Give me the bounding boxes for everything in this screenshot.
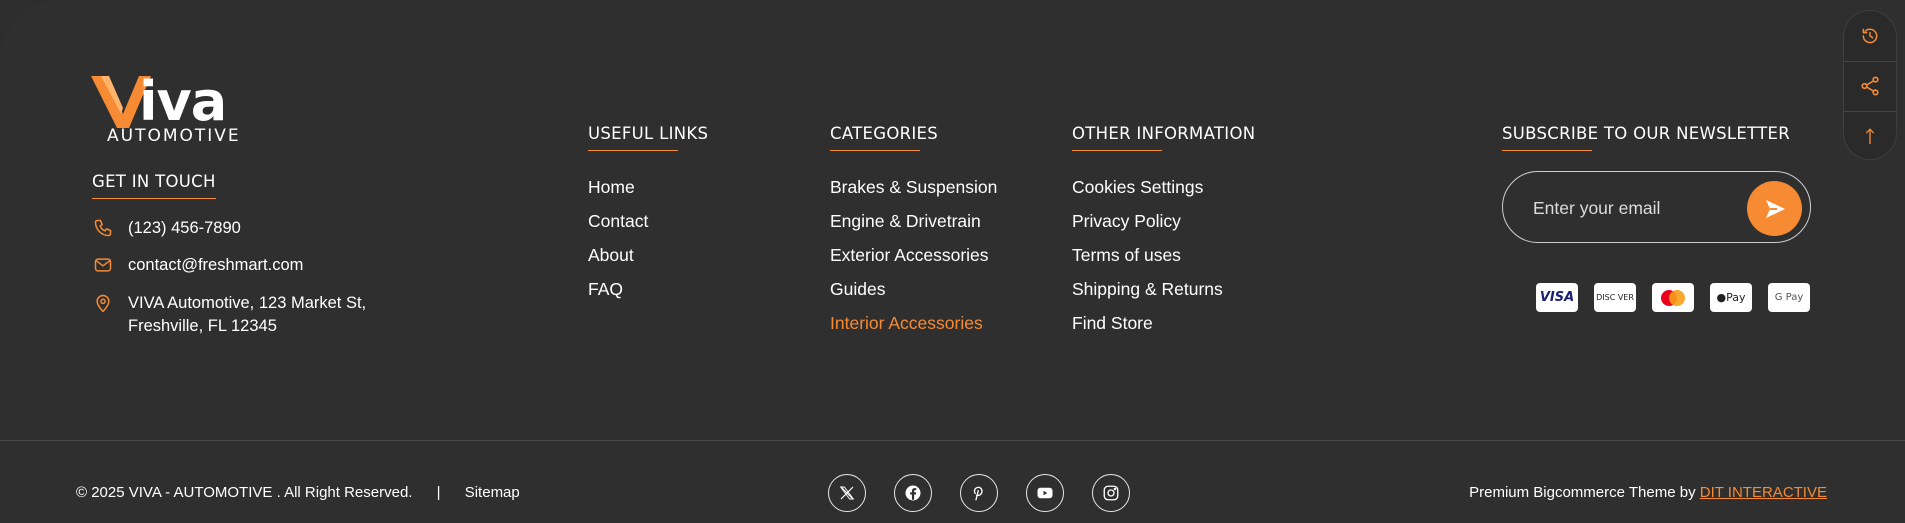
logo-wordmark: iva — [139, 70, 227, 133]
address-line-2: Freshville, FL 12345 — [128, 317, 277, 335]
credit-link[interactable]: DIT INTERACTIVE — [1700, 484, 1827, 501]
history-icon[interactable] — [1844, 11, 1896, 61]
footer-divider — [0, 440, 1905, 441]
newsletter-form — [1502, 171, 1811, 243]
payment-methods: VISA DISC VER ● Pay G Pay — [1536, 283, 1810, 312]
contact-phone-text: (123) 456-7890 — [128, 219, 241, 237]
mail-icon — [92, 254, 114, 276]
sitemap-link[interactable]: Sitemap — [465, 484, 520, 501]
social-links — [828, 474, 1130, 512]
categories-heading: CATEGORIES — [830, 124, 938, 151]
newsletter-submit-button[interactable] — [1747, 181, 1802, 236]
address-line-1: VIVA Automotive, 123 Market St, — [128, 294, 367, 312]
link-find-store[interactable]: Find Store — [1072, 306, 1223, 340]
credit-prefix: Premium Bigcommerce Theme by — [1469, 484, 1696, 501]
other-information-heading: OTHER INFORMATION — [1072, 124, 1255, 151]
newsletter-heading: SUBSCRIBE TO OUR NEWSLETTER — [1502, 124, 1790, 151]
category-exterior-accessories[interactable]: Exterior Accessories — [830, 238, 997, 272]
useful-links-heading: USEFUL LINKS — [588, 124, 708, 151]
link-shipping-returns[interactable]: Shipping & Returns — [1072, 272, 1223, 306]
location-pin-icon — [92, 292, 114, 314]
theme-credit: Premium Bigcommerce Theme by DIT INTERAC… — [1469, 484, 1827, 501]
visa-icon: VISA — [1536, 283, 1578, 312]
site-footer: iva AUTOMOTIVE GET IN TOUCH (123) 456-78… — [0, 0, 1905, 523]
contact-email-text: contact@freshmart.com — [128, 256, 304, 274]
copyright-text: © 2025 VIVA - AUTOMOTIVE . All Right Res… — [76, 484, 413, 501]
mastercard-icon — [1652, 283, 1694, 312]
arrow-up-icon[interactable] — [1844, 111, 1896, 161]
send-icon — [1765, 199, 1785, 218]
category-guides[interactable]: Guides — [830, 272, 997, 306]
apple-pay-icon: ● Pay — [1710, 283, 1752, 312]
link-about[interactable]: About — [588, 238, 648, 272]
contact-email[interactable]: contact@freshmart.com — [92, 254, 303, 277]
link-contact[interactable]: Contact — [588, 204, 648, 238]
share-icon[interactable] — [1844, 61, 1896, 111]
link-home[interactable]: Home — [588, 170, 648, 204]
category-brakes-suspension[interactable]: Brakes & Suspension — [830, 170, 997, 204]
category-interior-accessories[interactable]: Interior Accessories — [830, 306, 997, 340]
youtube-icon[interactable] — [1026, 474, 1064, 512]
link-faq[interactable]: FAQ — [588, 272, 648, 306]
link-cookies-settings[interactable]: Cookies Settings — [1072, 170, 1223, 204]
useful-links-list: Home Contact About FAQ — [588, 170, 648, 306]
brand-logo[interactable]: iva AUTOMOTIVE — [91, 72, 251, 148]
phone-icon — [92, 217, 114, 239]
contact-phone[interactable]: (123) 456-7890 — [92, 217, 241, 240]
contact-heading: GET IN TOUCH — [92, 172, 216, 199]
discover-icon: DISC VER — [1594, 283, 1636, 312]
instagram-icon[interactable] — [1092, 474, 1130, 512]
floating-tools — [1843, 10, 1897, 160]
x-icon[interactable] — [828, 474, 866, 512]
newsletter-email-input[interactable] — [1533, 194, 1733, 222]
other-information-list: Cookies Settings Privacy Policy Terms of… — [1072, 170, 1223, 340]
category-engine-drivetrain[interactable]: Engine & Drivetrain — [830, 204, 997, 238]
google-pay-icon: G Pay — [1768, 283, 1810, 312]
copyright-bar: © 2025 VIVA - AUTOMOTIVE . All Right Res… — [76, 484, 520, 501]
categories-list: Brakes & Suspension Engine & Drivetrain … — [830, 170, 997, 340]
link-privacy-policy[interactable]: Privacy Policy — [1072, 204, 1223, 238]
link-terms-of-uses[interactable]: Terms of uses — [1072, 238, 1223, 272]
facebook-icon[interactable] — [894, 474, 932, 512]
pinterest-icon[interactable] — [960, 474, 998, 512]
contact-address: VIVA Automotive, 123 Market St, Freshvil… — [92, 292, 366, 338]
logo-subtitle: AUTOMOTIVE — [107, 126, 241, 146]
copyright-separator: | — [436, 484, 441, 501]
